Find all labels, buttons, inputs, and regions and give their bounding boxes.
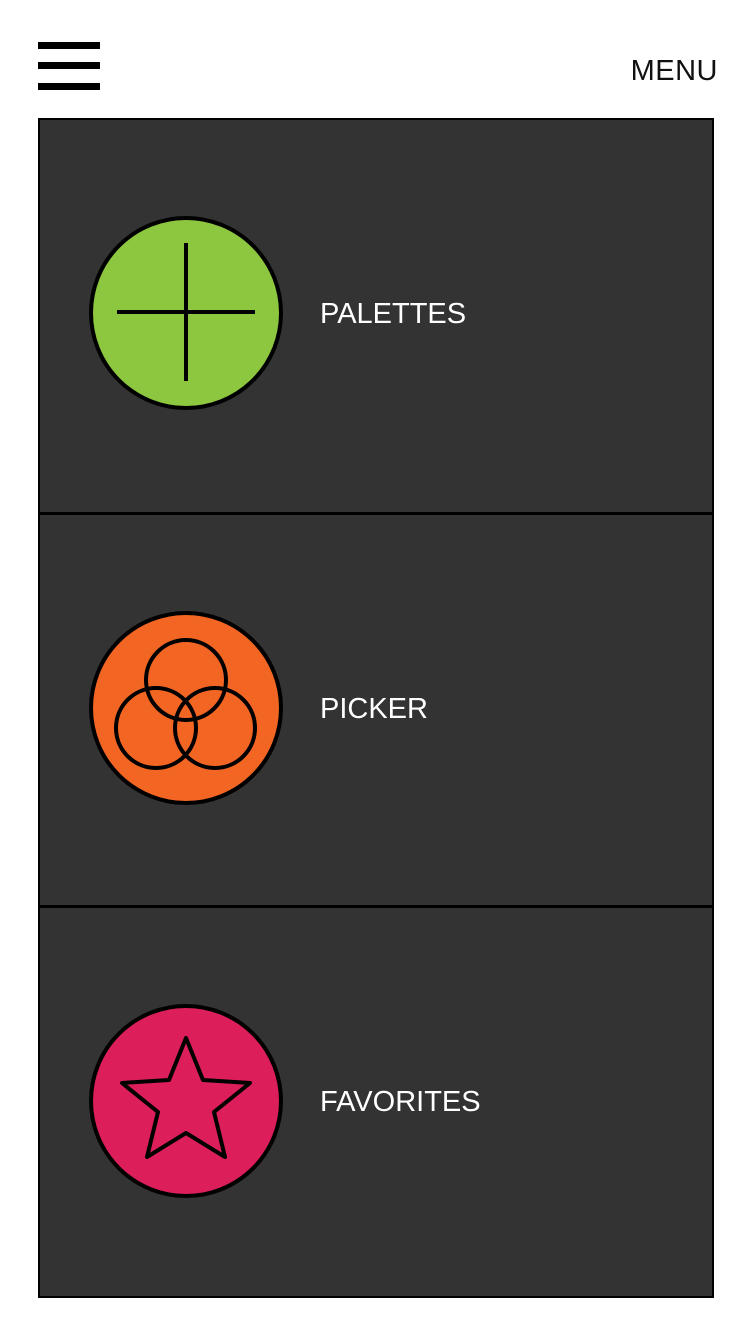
hamburger-bar	[38, 83, 100, 90]
overlapping-circles-icon	[89, 611, 283, 805]
menu-item-label: FAVORITES	[320, 1086, 481, 1118]
favorites-icon-circle	[89, 1004, 283, 1198]
menu-panel: PALETTES PICKER FAVORITES	[38, 118, 714, 1298]
menu-item-palettes[interactable]: PALETTES	[40, 120, 712, 512]
hamburger-menu-icon[interactable]	[38, 42, 100, 92]
menu-item-picker[interactable]: PICKER	[40, 512, 712, 907]
star-icon	[89, 1004, 283, 1198]
menu-item-label: PICKER	[320, 693, 428, 725]
menu-item-label: PALETTES	[320, 298, 467, 330]
hamburger-bar	[38, 62, 100, 69]
menu-item-favorites[interactable]: FAVORITES	[40, 905, 712, 1300]
hamburger-bar	[38, 42, 100, 49]
plus-icon	[89, 216, 283, 410]
menu-title: MENU	[630, 55, 718, 87]
